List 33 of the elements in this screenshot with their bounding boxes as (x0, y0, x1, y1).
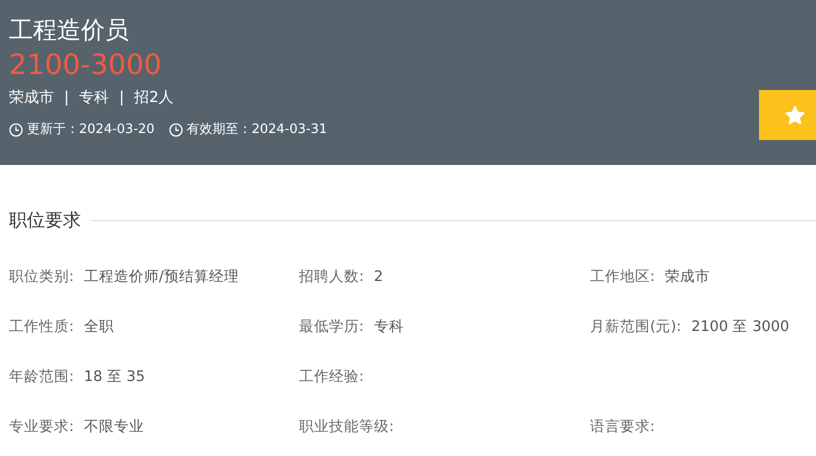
job-title: 工程造价员 (9, 15, 130, 46)
date-text: 更新于：2024-03-20 (27, 121, 155, 139)
field-label: 年龄范围: (9, 368, 74, 387)
separator: | (64, 87, 70, 108)
field-label: 职位类别: (9, 268, 74, 287)
summary-item: 专科 (79, 87, 110, 108)
salary-range: 2100-3000 (9, 47, 163, 83)
field-label: 工作性质: (9, 318, 74, 337)
field-label: 语言要求: (590, 418, 655, 437)
field-label: 职业技能等级: (299, 418, 394, 437)
summary-item: 招2人 (134, 87, 174, 108)
clock-icon (168, 122, 183, 137)
field-label: 专业要求: (9, 418, 74, 437)
summary-item: 荣成市 (9, 87, 54, 108)
field-value: 2 (374, 268, 384, 287)
clock-icon (9, 122, 23, 137)
field-label: 工作经验: (299, 368, 364, 387)
section-title: 职位要求 (9, 209, 81, 233)
field-value: 工程造价师/预结算经理 (84, 268, 239, 287)
field-label: 月薪范围(元): (590, 318, 682, 337)
field-label: 最低学历: (299, 318, 364, 337)
favorite-button[interactable] (759, 90, 816, 140)
field-label: 招聘人数: (299, 268, 364, 287)
star-icon (785, 106, 805, 124)
date-text: 有效期至：2024-03-31 (186, 121, 328, 139)
field-value: 荣成市 (664, 268, 710, 287)
separator: | (119, 87, 124, 108)
field-value: 18 至 35 (84, 368, 146, 387)
field-value: 不限专业 (84, 418, 144, 437)
field-value: 专科 (374, 318, 404, 337)
field-label: 工作地区: (590, 268, 655, 287)
field-value: 2100 至 3000 (691, 318, 790, 337)
field-value: 全职 (84, 318, 114, 337)
